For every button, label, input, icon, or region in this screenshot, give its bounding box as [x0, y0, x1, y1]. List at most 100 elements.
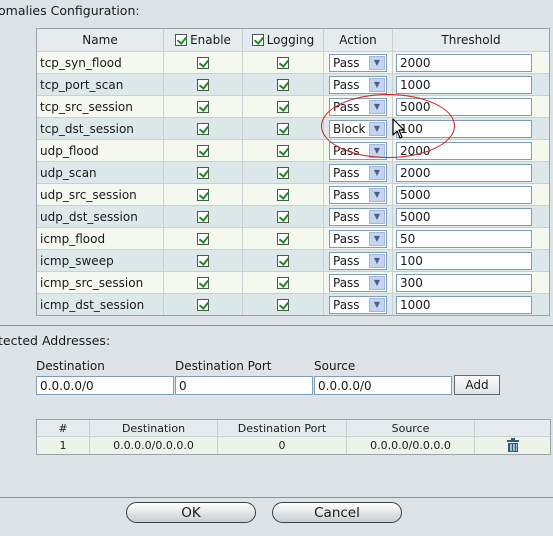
table-row: udp_scan Pass ▼ 2000	[37, 161, 549, 183]
enable-checkbox[interactable]	[197, 276, 209, 289]
anomaly-name: tcp_dst_session	[40, 121, 134, 136]
table-row: tcp_syn_flood Pass ▼ 2000	[37, 51, 549, 73]
enable-checkbox[interactable]	[197, 56, 209, 69]
chevron-down-icon[interactable]: ▼	[369, 55, 385, 70]
threshold-input[interactable]: 5000	[396, 185, 532, 204]
add-button[interactable]: Add	[454, 375, 500, 395]
logging-checkbox[interactable]	[277, 210, 289, 223]
header-destination-port: Destination Port	[217, 420, 346, 436]
header-threshold: Threshold	[392, 29, 549, 51]
action-select[interactable]: Pass ▼	[329, 75, 387, 94]
row-num: 1	[59, 439, 67, 452]
action-select[interactable]: Pass ▼	[329, 229, 387, 248]
logging-checkbox[interactable]	[277, 144, 289, 157]
header-source: Source	[346, 420, 474, 436]
table-row: tcp_dst_session Block ▼ 100	[37, 117, 549, 139]
logging-checkbox[interactable]	[277, 56, 289, 69]
ok-button[interactable]: OK	[126, 502, 256, 523]
row-delete-cell	[474, 437, 550, 454]
anomaly-name: icmp_dst_session	[40, 297, 145, 312]
enable-checkbox[interactable]	[197, 122, 209, 135]
anomaly-name: tcp_syn_flood	[40, 55, 122, 70]
threshold-input[interactable]: 300	[396, 273, 532, 292]
action-select[interactable]: Pass ▼	[329, 295, 387, 314]
enable-all-checkbox[interactable]	[175, 34, 188, 46]
table-row: icmp_src_session Pass ▼ 300	[37, 271, 549, 293]
header-enable-label: Enable	[190, 33, 231, 47]
cancel-button[interactable]: Cancel	[272, 502, 402, 523]
threshold-input[interactable]: 5000	[396, 207, 532, 226]
header-num: #	[58, 421, 68, 435]
logging-checkbox[interactable]	[277, 166, 289, 179]
action-select[interactable]: Pass ▼	[329, 273, 387, 292]
action-value: Pass	[333, 165, 360, 180]
logging-all-checkbox[interactable]	[251, 34, 264, 46]
logging-checkbox[interactable]	[277, 188, 289, 201]
enable-checkbox[interactable]	[197, 254, 209, 267]
table-row: udp_flood Pass ▼ 2000	[37, 139, 549, 161]
source-input[interactable]: 0.0.0.0/0	[314, 376, 452, 395]
chevron-down-icon[interactable]: ▼	[369, 77, 385, 92]
action-select[interactable]: Pass ▼	[329, 53, 387, 72]
enable-checkbox[interactable]	[197, 232, 209, 245]
anomaly-name: udp_flood	[40, 143, 99, 158]
action-select[interactable]: Pass ▼	[329, 185, 387, 204]
logging-checkbox[interactable]	[277, 78, 289, 91]
chevron-down-icon[interactable]: ▼	[369, 231, 385, 246]
chevron-down-icon[interactable]: ▼	[369, 165, 385, 180]
logging-checkbox[interactable]	[277, 298, 289, 311]
chevron-down-icon[interactable]: ▼	[369, 187, 385, 202]
logging-checkbox[interactable]	[277, 232, 289, 245]
threshold-input[interactable]: 2000	[396, 53, 532, 72]
chevron-down-icon[interactable]: ▼	[369, 275, 385, 290]
destination-port-input[interactable]: 0	[175, 376, 313, 395]
action-value: Pass	[333, 253, 360, 268]
action-value: Pass	[333, 187, 360, 202]
logging-checkbox[interactable]	[277, 276, 289, 289]
enable-checkbox[interactable]	[197, 78, 209, 91]
addresses-header-row: # Destination Destination Port Source	[37, 420, 550, 437]
enable-checkbox[interactable]	[197, 210, 209, 223]
action-select[interactable]: Pass ▼	[329, 163, 387, 182]
destination-input[interactable]: 0.0.0.0/0	[36, 376, 174, 395]
action-select[interactable]: Pass ▼	[329, 207, 387, 226]
action-value: Pass	[333, 297, 360, 312]
anomaly-name: udp_scan	[40, 165, 97, 180]
destination-label: Destination	[36, 359, 105, 373]
threshold-input[interactable]: 1000	[396, 75, 532, 94]
threshold-input[interactable]: 100	[396, 251, 532, 270]
header-logging: Logging	[242, 29, 323, 51]
action-select[interactable]: Pass ▼	[329, 251, 387, 270]
action-value: Pass	[333, 275, 360, 290]
table-row: udp_dst_session Pass ▼ 5000	[37, 205, 549, 227]
chevron-down-icon[interactable]: ▼	[369, 297, 385, 312]
threshold-input[interactable]: 1000	[396, 295, 532, 314]
mouse-cursor-icon	[392, 118, 405, 139]
table-row: icmp_flood Pass ▼ 50	[37, 227, 549, 249]
logging-checkbox[interactable]	[277, 122, 289, 135]
logging-checkbox[interactable]	[277, 254, 289, 267]
action-value: Pass	[333, 231, 360, 246]
protected-addresses-table: # Destination Destination Port Source 1 …	[36, 419, 551, 455]
enable-checkbox[interactable]	[197, 166, 209, 179]
chevron-down-icon[interactable]: ▼	[369, 209, 385, 224]
anomalies-header-row: Name Enable Logging Action Threshold	[37, 29, 549, 51]
header-destination: Destination	[89, 420, 217, 436]
enable-checkbox[interactable]	[197, 298, 209, 311]
table-row: 1 0.0.0.0/0.0.0.0 0 0.0.0.0/0.0.0.0	[37, 437, 550, 454]
trash-icon[interactable]	[506, 438, 519, 452]
bottom-divider	[0, 497, 553, 498]
enable-checkbox[interactable]	[197, 100, 209, 113]
threshold-input[interactable]: 50	[396, 229, 532, 248]
source-label: Source	[314, 359, 356, 373]
header-action: Action	[323, 29, 392, 51]
chevron-down-icon[interactable]: ▼	[369, 253, 385, 268]
threshold-input[interactable]: 2000	[396, 163, 532, 182]
logging-checkbox[interactable]	[277, 100, 289, 113]
header-logging-label: Logging	[266, 33, 315, 47]
table-row: icmp_sweep Pass ▼ 100	[37, 249, 549, 271]
enable-checkbox[interactable]	[197, 144, 209, 157]
action-value: Pass	[333, 77, 360, 92]
enable-checkbox[interactable]	[197, 188, 209, 201]
anomaly-name: udp_src_session	[40, 187, 137, 202]
